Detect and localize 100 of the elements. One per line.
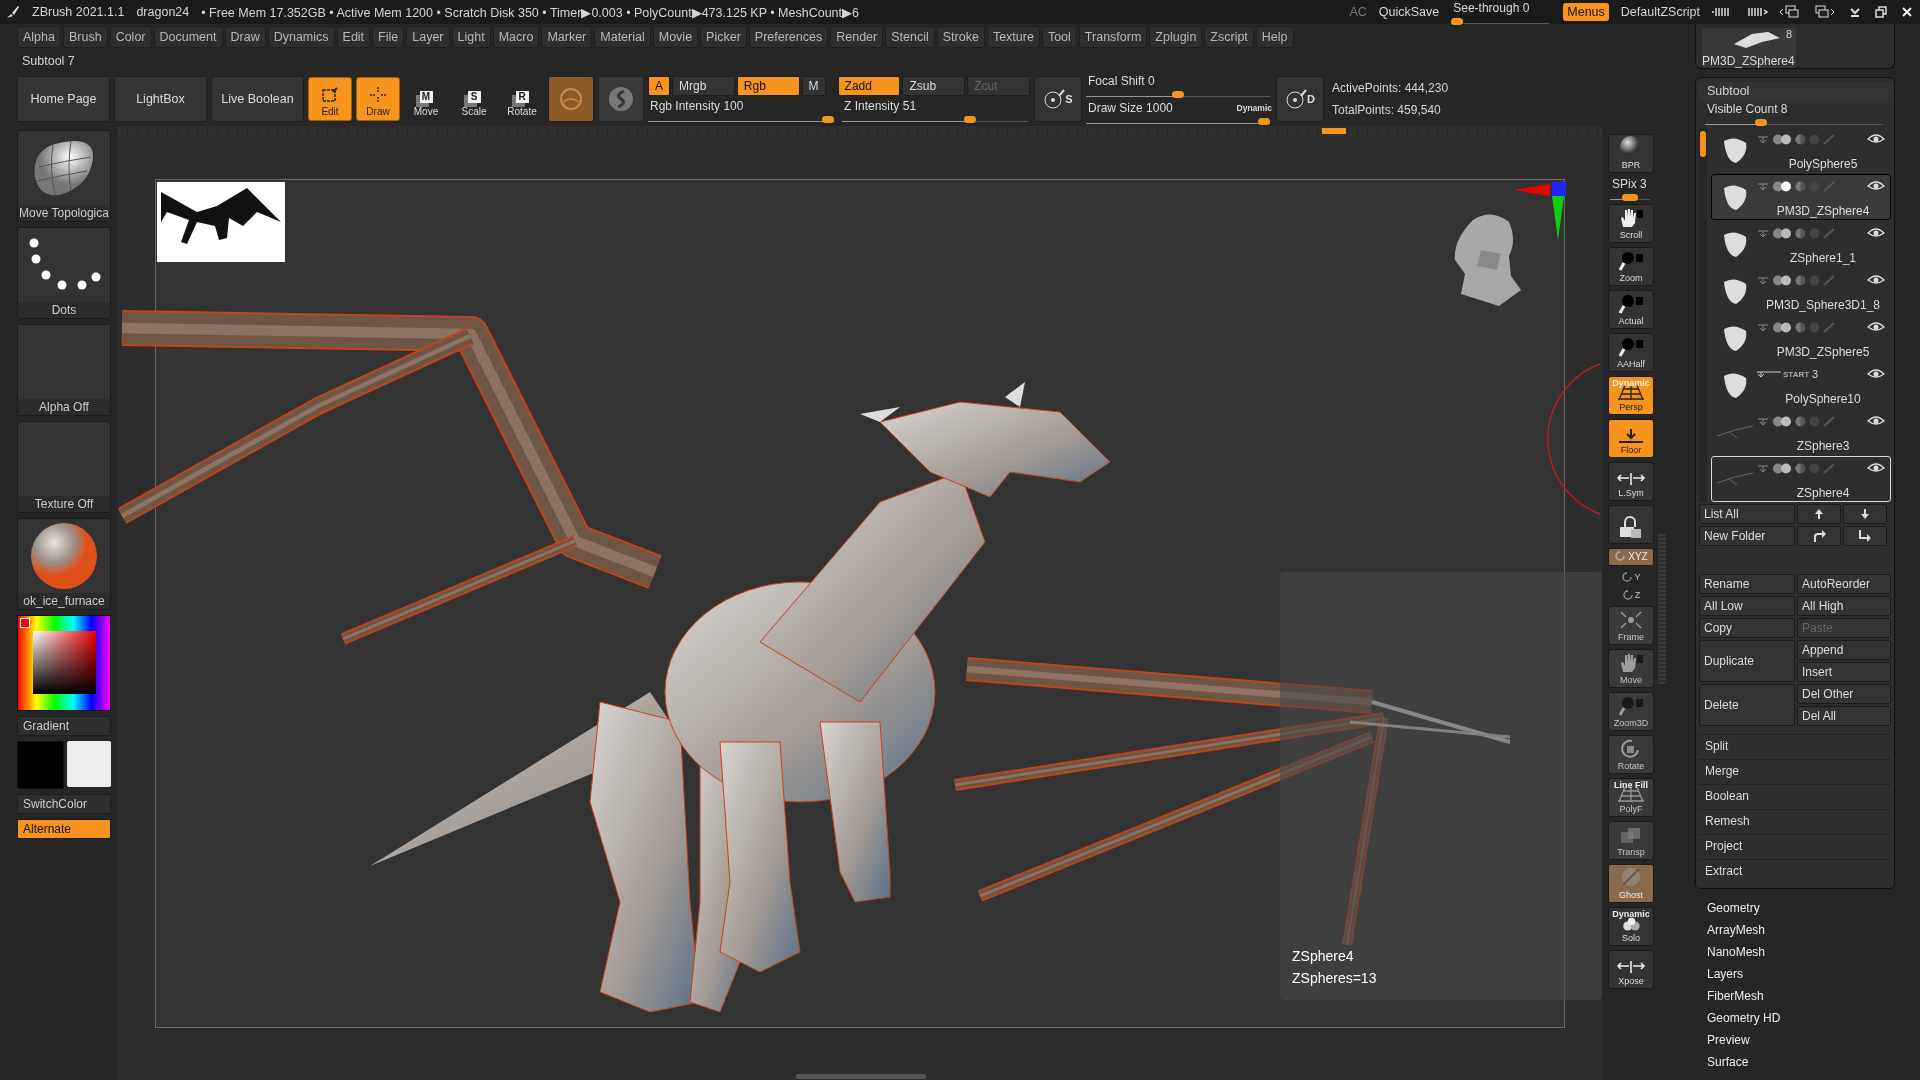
eye-icon[interactable] <box>1867 180 1885 192</box>
quicksave-button[interactable]: QuickSave <box>1378 5 1440 19</box>
eye-icon[interactable] <box>1867 368 1885 380</box>
channel-toggle[interactable]: A <box>648 76 670 96</box>
tool-thumbnail[interactable]: 8 PM3D_ZSphere4 <box>1702 28 1796 68</box>
subtool-item[interactable]: ZSphere3 <box>1711 409 1891 455</box>
submenu-item[interactable]: FiberMesh <box>1707 985 1895 1007</box>
toggle-icon[interactable] <box>1772 274 1792 286</box>
half-circle-icon[interactable] <box>1795 415 1806 427</box>
view-tool-button[interactable]: Dynamic Solo <box>1608 907 1654 946</box>
half-circle-icon[interactable] <box>1795 462 1806 474</box>
z-intensity-slider[interactable]: Z Intensity 51 <box>842 99 1030 122</box>
menu-item[interactable]: Zscript <box>1204 26 1254 48</box>
subtool-item[interactable]: ZSphere1_1 <box>1711 221 1891 267</box>
submenu-item[interactable]: NanoMesh <box>1707 941 1895 963</box>
submenu-item[interactable]: Layers <box>1707 963 1895 985</box>
subtool-item[interactable]: START 3 PolySphere10 <box>1711 362 1891 408</box>
view-tool-button[interactable]: Actual <box>1608 290 1654 329</box>
brush-thumbnail[interactable]: Move Topologica <box>17 130 111 222</box>
sphere-button[interactable] <box>598 76 644 122</box>
menu-item[interactable]: Brush <box>63 26 108 48</box>
view-tool-button[interactable] <box>1608 505 1654 544</box>
minimize-button[interactable] <box>1848 5 1862 19</box>
half-circle-icon[interactable] <box>1795 227 1806 239</box>
toggle-icon[interactable] <box>1772 462 1792 474</box>
eye-icon[interactable] <box>1867 321 1885 333</box>
texture-thumbnail[interactable]: Texture Off <box>17 421 111 513</box>
view-tool-button[interactable]: Xpose <box>1608 950 1654 989</box>
stacked-windows-icon[interactable] <box>1814 5 1836 19</box>
visible-count-slider[interactable]: Visible Count 8 <box>1699 102 1891 125</box>
menu-item[interactable]: Movie <box>652 26 699 48</box>
subtool-action-button[interactable]: Del All <box>1797 706 1891 726</box>
subtool-action-button[interactable]: All Low <box>1699 596 1795 616</box>
material-button[interactable] <box>548 76 594 122</box>
color-picker[interactable] <box>17 615 111 711</box>
menu-item[interactable]: Marker <box>541 26 593 48</box>
material-thumbnail[interactable]: ok_ice_furnace <box>17 518 111 610</box>
subtool-action-button[interactable]: Duplicate <box>1699 640 1795 682</box>
switch-color-button[interactable]: SwitchColor <box>17 794 111 814</box>
subtool-item[interactable]: PolySphere5 <box>1711 127 1891 173</box>
channel-toggle[interactable]: Rgb <box>736 76 800 96</box>
eye-icon[interactable] <box>1867 227 1885 239</box>
restore-button[interactable] <box>1874 5 1888 19</box>
subtool-action-button[interactable]: AutoReorder <box>1797 574 1891 594</box>
menu-item[interactable]: Zplugin <box>1149 26 1203 48</box>
dragon-model-drawing[interactable] <box>118 310 1511 1013</box>
half-circle-icon[interactable] <box>1795 133 1806 145</box>
spix-slider[interactable]: SPix 3 <box>1610 177 1652 200</box>
channel-toggle[interactable]: M <box>801 76 826 96</box>
subtool-action-button[interactable]: All High <box>1797 596 1891 616</box>
subtool-action-button[interactable]: Del Other <box>1797 684 1891 704</box>
menu-item[interactable]: File <box>372 26 405 48</box>
menu-item[interactable]: Tool <box>1041 26 1077 48</box>
timeline-marker[interactable] <box>1322 128 1346 134</box>
channel-toggle[interactable]: Mrgb <box>672 76 735 96</box>
half-circle-icon[interactable] <box>1795 180 1806 192</box>
eye-icon[interactable] <box>1867 133 1885 145</box>
rgb-intensity-slider[interactable]: Rgb Intensity 100 <box>648 99 836 122</box>
view-tool-button[interactable]: Scroll <box>1608 204 1654 243</box>
view-tool-button[interactable]: Floor <box>1608 419 1654 458</box>
menu-item[interactable]: Document <box>153 26 223 48</box>
view-tool-button[interactable]: Zoom <box>1608 247 1654 286</box>
menu-item[interactable]: Light <box>451 26 491 48</box>
menu-item[interactable]: Stroke <box>936 26 985 48</box>
subtool-action-button[interactable]: Insert <box>1797 662 1891 682</box>
focal-shift-button[interactable]: S <box>1034 76 1082 122</box>
bent-arrow-button[interactable] <box>1843 526 1887 546</box>
menu-item[interactable]: Alpha <box>17 26 61 48</box>
mode-button[interactable]: M Move <box>404 77 448 121</box>
color-swatch[interactable] <box>17 741 64 789</box>
subtool-item[interactable]: PM3D_ZSphere4 <box>1711 174 1891 220</box>
nav-button[interactable]: Home Page <box>17 76 110 122</box>
focal-shift-slider[interactable]: Focal Shift 0 <box>1086 74 1272 97</box>
menu-item[interactable]: Help <box>1255 26 1294 48</box>
eye-icon[interactable] <box>1867 415 1885 427</box>
toggle-icon[interactable] <box>1772 321 1792 333</box>
subtool-action-button[interactable]: Rename <box>1699 574 1795 594</box>
half-circle-icon[interactable] <box>1795 321 1806 333</box>
menu-item[interactable]: Layer <box>406 26 450 48</box>
subtool-item[interactable]: PM3D_Sphere3D1_8 <box>1711 268 1891 314</box>
subtool-action-button[interactable]: Copy <box>1699 618 1795 638</box>
list-all-button[interactable]: List All <box>1699 504 1795 524</box>
stacked-windows-icon[interactable] <box>1780 5 1802 19</box>
stroke-thumbnail[interactable]: Dots <box>17 227 111 319</box>
move-down-button[interactable] <box>1843 504 1887 524</box>
mode-button[interactable]: Edit <box>308 77 352 121</box>
menu-item[interactable]: Transform <box>1078 26 1148 48</box>
nav-button[interactable]: LightBox <box>114 76 207 122</box>
see-through-slider[interactable]: See-through 0 <box>1451 0 1552 24</box>
subtool-item[interactable]: PM3D_ZSphere5 <box>1711 315 1891 361</box>
submenu-item[interactable]: Geometry <box>1707 897 1895 919</box>
z-mode-toggle[interactable]: Zsub <box>902 76 966 96</box>
close-button[interactable] <box>1900 5 1914 19</box>
alternate-button[interactable]: Alternate <box>17 819 111 839</box>
subtool-action-button[interactable]: Append <box>1797 640 1891 660</box>
new-folder-button[interactable]: New Folder <box>1699 526 1795 546</box>
gradient-label[interactable]: Gradient <box>17 716 111 736</box>
draw-size-slider[interactable]: Draw Size 1000 Dynamic <box>1086 101 1272 124</box>
view-tool-button[interactable]: Dynamic Persp <box>1608 376 1654 415</box>
subtool-item[interactable]: ZSphere4 <box>1711 456 1891 502</box>
